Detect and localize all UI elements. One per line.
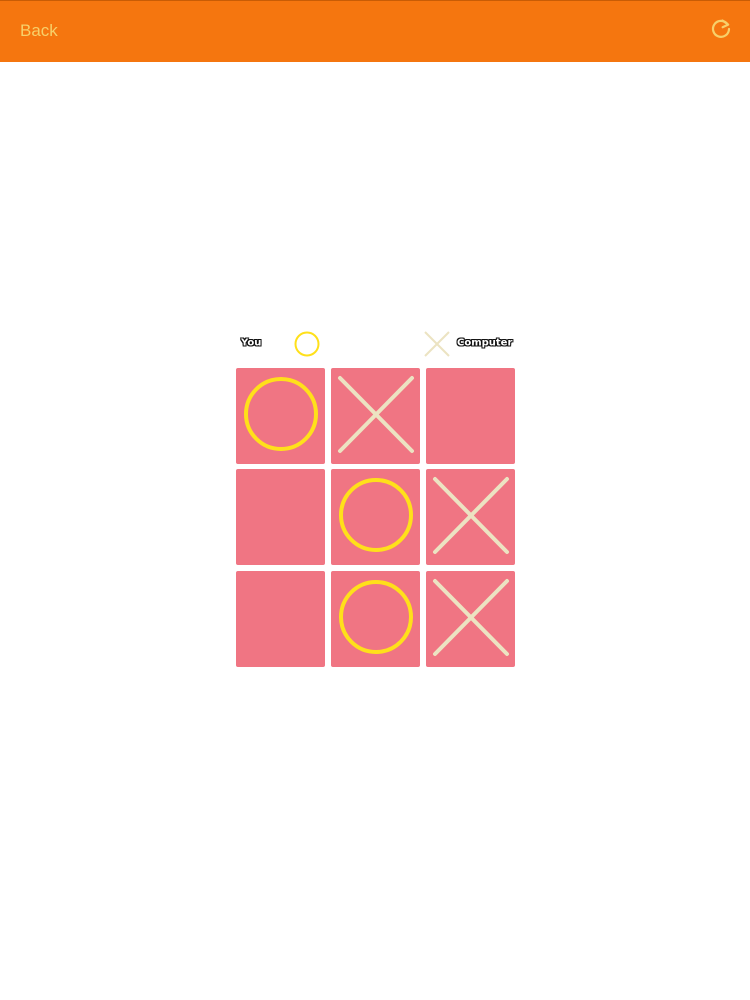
top-navigation-bar: Back [0,0,750,62]
board-cell-3[interactable] [426,368,515,464]
board-cell-5[interactable] [331,469,420,565]
board-cell-6[interactable] [426,469,515,565]
you-label: You [241,337,262,349]
x-mark-icon [426,571,515,667]
x-mark-icon [331,368,420,464]
you-o-mark-icon [293,330,321,358]
game-board [236,368,516,668]
computer-label: Computer [457,337,513,349]
x-mark-icon [426,469,515,565]
player-indicator-row: You Computer [236,326,516,360]
refresh-icon[interactable] [708,16,734,42]
board-cell-2[interactable] [331,368,420,464]
o-mark-icon [236,368,325,464]
cell-mark [426,368,515,464]
cell-mark [236,469,325,565]
board-cell-4[interactable] [236,469,325,565]
cell-mark [236,571,325,667]
board-cell-7[interactable] [236,571,325,667]
board-cell-9[interactable] [426,571,515,667]
o-mark-icon [331,571,420,667]
back-button[interactable]: Back [20,21,58,41]
computer-x-mark-icon [423,330,451,358]
board-cell-8[interactable] [331,571,420,667]
board-cell-1[interactable] [236,368,325,464]
o-mark-icon [331,469,420,565]
